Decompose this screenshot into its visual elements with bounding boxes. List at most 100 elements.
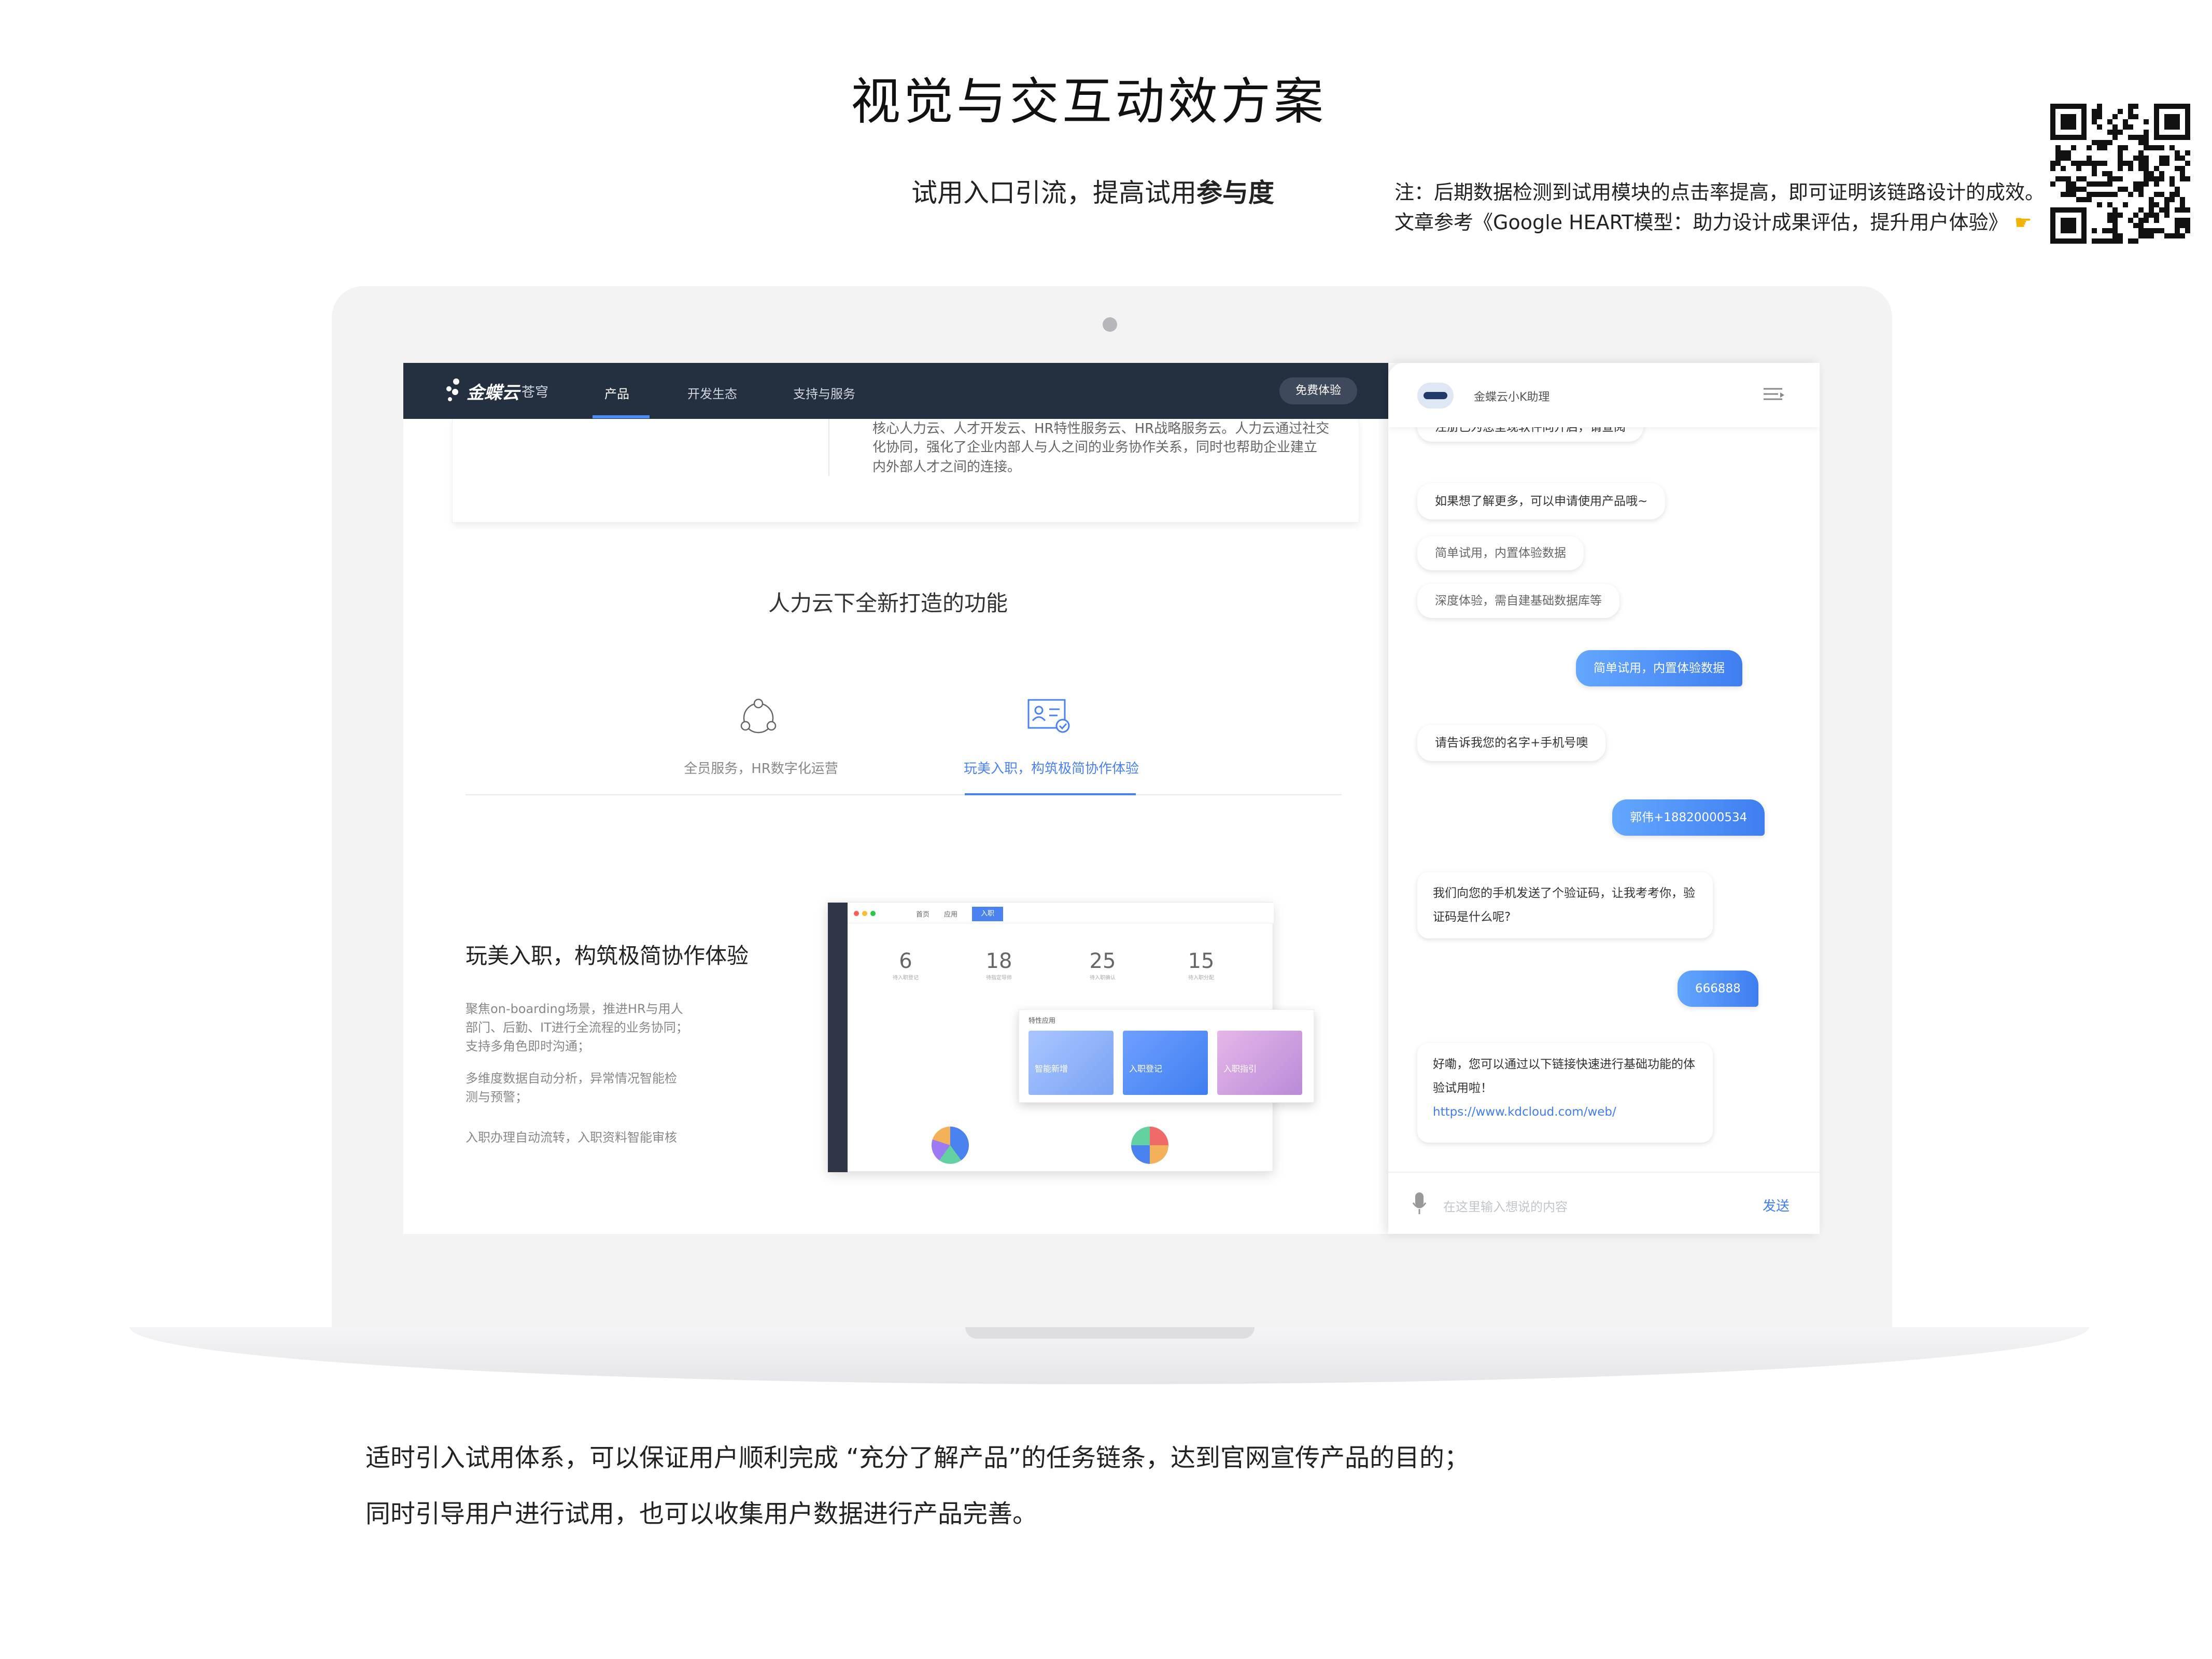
qr-module bbox=[2138, 228, 2144, 233]
logo-text[interactable]: 金蝶云 bbox=[467, 378, 519, 404]
qr-module bbox=[2123, 161, 2128, 166]
qr-module bbox=[2138, 223, 2144, 228]
qr-module bbox=[2092, 238, 2097, 244]
qr-module bbox=[2138, 187, 2144, 192]
qr-module bbox=[2112, 176, 2118, 181]
qr-module bbox=[2164, 114, 2180, 130]
qr-module bbox=[2169, 145, 2175, 150]
quick-reply-option[interactable]: 简单试用，内置体验数据 bbox=[1417, 536, 1584, 570]
qr-module bbox=[2144, 218, 2149, 223]
qr-module bbox=[2076, 161, 2081, 166]
chat-input-bar: 在这里输入想说的内容 发送 bbox=[1388, 1172, 1820, 1234]
note-line-1: 注：后期数据检测到试用模块的点击率提高，即可证明该链路设计的成效。 bbox=[1394, 181, 2045, 204]
qr-module bbox=[2118, 130, 2123, 135]
detail-line: 测与预警； bbox=[466, 1090, 528, 1104]
qr-module bbox=[2055, 145, 2061, 150]
app-card-label: 入职登记 bbox=[1129, 1064, 1163, 1074]
dashboard-tab[interactable]: 首页 bbox=[916, 909, 929, 919]
qr-module bbox=[2154, 213, 2159, 218]
qr-module bbox=[2050, 166, 2055, 171]
qr-module bbox=[2149, 233, 2154, 238]
qr-module bbox=[2159, 145, 2164, 150]
detail-paragraph-1: 聚焦on-boarding场景，推进HR与用人 部门、后勤、IT进行全流程的业务… bbox=[466, 1000, 688, 1056]
microphone-icon[interactable] bbox=[1412, 1191, 1427, 1215]
qr-module bbox=[2066, 181, 2071, 187]
qr-module bbox=[2118, 238, 2123, 244]
qr-module bbox=[2144, 233, 2149, 238]
qr-module bbox=[2128, 124, 2133, 130]
qr-module bbox=[2185, 207, 2190, 213]
feature-tab-hr-operations[interactable]: 全员服务，HR数字化运营 bbox=[683, 758, 839, 777]
qr-module bbox=[2133, 114, 2138, 119]
qr-module bbox=[2123, 202, 2128, 207]
qr-module bbox=[2144, 135, 2149, 140]
bot-message: 如果想了解更多，可以申请使用产品哦~ bbox=[1417, 483, 1666, 519]
qr-module bbox=[2133, 156, 2138, 161]
qr-module bbox=[2102, 228, 2107, 233]
feature-tab-onboarding[interactable]: 玩美入职，构筑极简协作体验 bbox=[963, 758, 1139, 777]
qr-module bbox=[2180, 218, 2185, 223]
panel-title: 特性应用 bbox=[1028, 1017, 1056, 1025]
free-trial-button[interactable]: 免费体验 bbox=[1279, 377, 1357, 404]
qr-module bbox=[2118, 150, 2123, 156]
qr-module bbox=[2061, 114, 2076, 130]
network-icon[interactable] bbox=[735, 695, 782, 741]
qr-module bbox=[2112, 218, 2118, 223]
qr-module bbox=[2180, 156, 2185, 161]
qr-module bbox=[2144, 145, 2149, 150]
qr-module bbox=[2175, 166, 2180, 171]
qr-module bbox=[2154, 228, 2159, 233]
qr-module bbox=[2097, 181, 2102, 187]
trial-link[interactable]: https://www.kdcloud.com/web/ bbox=[1433, 1100, 1697, 1124]
qr-module bbox=[2180, 202, 2185, 207]
kpi-caption: 待入职登记 bbox=[893, 975, 919, 981]
qr-module bbox=[2159, 161, 2164, 166]
detail-paragraph-2: 多维度数据自动分析，异常情况智能检 测与预警； bbox=[466, 1069, 677, 1106]
feature-tab-active-indicator bbox=[965, 793, 1136, 795]
qr-module bbox=[2055, 150, 2061, 156]
qr-module bbox=[2076, 166, 2081, 171]
qr-module bbox=[2097, 145, 2102, 150]
user-message: 郭伟+18820000534 bbox=[1612, 799, 1765, 836]
qr-module bbox=[2138, 140, 2144, 145]
qr-module bbox=[2144, 119, 2149, 124]
chat-text-input[interactable]: 在这里输入想说的内容 bbox=[1443, 1197, 1568, 1215]
qr-module bbox=[2175, 150, 2180, 156]
qr-module bbox=[2144, 130, 2149, 135]
app-card[interactable]: 入职登记 bbox=[1123, 1031, 1208, 1095]
app-card[interactable]: 智能新增 bbox=[1028, 1031, 1114, 1095]
qr-module bbox=[2102, 145, 2107, 150]
qr-module bbox=[2102, 181, 2107, 187]
logo-mark-icon bbox=[446, 378, 459, 401]
app-card[interactable]: 入职指引 bbox=[1217, 1031, 1302, 1095]
dashboard-tab[interactable]: 应用 bbox=[944, 909, 957, 919]
qr-module bbox=[2159, 207, 2164, 213]
send-button[interactable]: 发送 bbox=[1763, 1196, 1790, 1215]
qr-module bbox=[2066, 187, 2071, 192]
qr-module bbox=[2066, 150, 2071, 156]
detail-line: 多维度数据自动分析，异常情况智能检 bbox=[466, 1071, 677, 1086]
dashboard-tab-active[interactable]: 入职 bbox=[972, 907, 1003, 921]
qr-module bbox=[2097, 109, 2102, 114]
qr-module bbox=[2154, 181, 2159, 187]
qr-module bbox=[2066, 156, 2071, 161]
qr-module bbox=[2138, 181, 2144, 187]
kpi-tile: 18 待指定导师 bbox=[952, 949, 1046, 981]
quick-reply-option[interactable]: 深度体验，需自建基础数据库等 bbox=[1417, 584, 1619, 618]
qr-module bbox=[2112, 223, 2118, 228]
qr-module bbox=[2076, 176, 2081, 181]
intro-card: 核心人力云、人才开发云、HR特性服务云、HR战略服务云。人力云通过社交 化协同，… bbox=[452, 419, 1359, 523]
qr-code[interactable] bbox=[2050, 104, 2190, 244]
id-card-icon[interactable] bbox=[1025, 695, 1072, 736]
menu-icon[interactable] bbox=[1763, 386, 1785, 404]
qr-module bbox=[2180, 223, 2185, 228]
nav-support[interactable]: 支持与服务 bbox=[793, 384, 855, 402]
qr-module bbox=[2050, 181, 2055, 187]
qr-module bbox=[2169, 192, 2175, 197]
nav-product[interactable]: 产品 bbox=[604, 384, 629, 402]
nav-developer-ecosystem[interactable]: 开发生态 bbox=[687, 384, 737, 402]
laptop-notch bbox=[965, 1327, 1255, 1339]
qr-module bbox=[2118, 156, 2123, 161]
qr-module bbox=[2081, 197, 2087, 202]
chat-header: 金蝶云小K助理 bbox=[1388, 363, 1820, 427]
